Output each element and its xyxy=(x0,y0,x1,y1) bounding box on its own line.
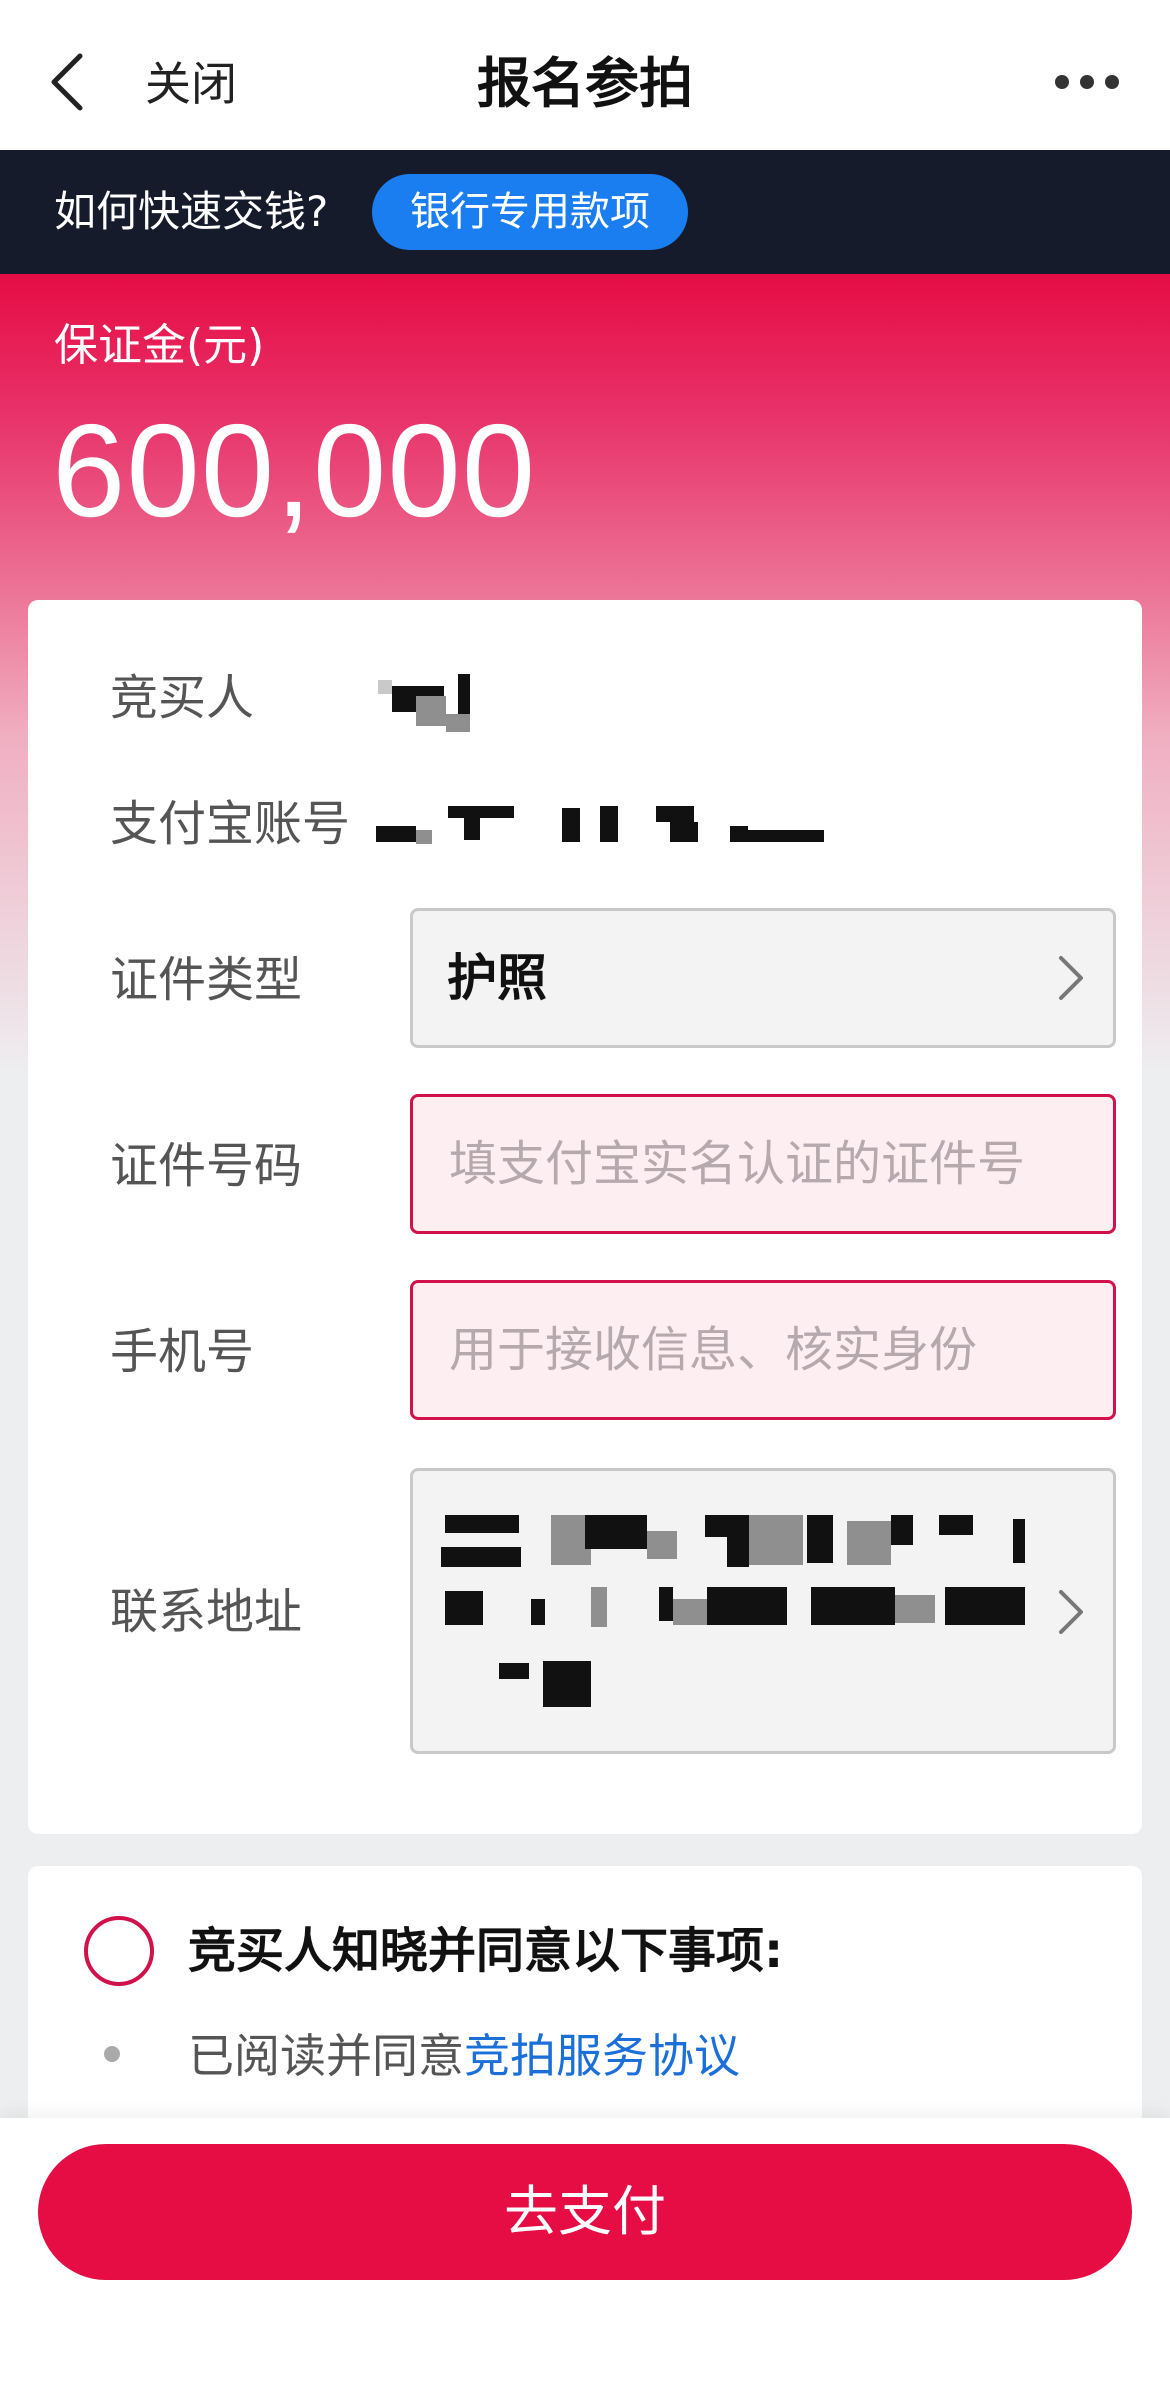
bottom-action-bar: 去支付 xyxy=(0,2118,1170,2408)
agreement-title: 竞买人知晓并同意以下事项: xyxy=(188,1923,784,1979)
pay-button[interactable]: 去支付 xyxy=(38,2144,1132,2280)
address-label: 联系地址 xyxy=(110,1584,303,1640)
banner-question: 如何快速交钱? xyxy=(54,187,329,236)
phone-label: 手机号 xyxy=(110,1324,255,1380)
deposit-label: 保证金(元) xyxy=(54,320,265,371)
navigation-bar: 关闭 报名参拍 xyxy=(0,0,1170,150)
deposit-amount: 600,000 xyxy=(52,397,537,544)
bank-transfer-button[interactable]: 银行专用款项 xyxy=(372,174,688,250)
service-agreement-link[interactable]: 竞拍服务协议 xyxy=(464,2029,740,2083)
id-number-label: 证件号码 xyxy=(110,1138,303,1194)
phone-field[interactable] xyxy=(410,1280,1116,1420)
more-horizontal-icon[interactable] xyxy=(1054,70,1120,94)
alipay-account-label: 支付宝账号 xyxy=(110,796,351,852)
id-number-field[interactable] xyxy=(410,1094,1116,1234)
id-type-value: 护照 xyxy=(447,949,547,1007)
chevron-right-icon xyxy=(1059,1590,1083,1634)
agreement-item-text: 已阅读并同意 xyxy=(188,2029,464,2083)
registration-form-card: 竞买人 支付宝账号 证件类型 护照 证件号码 手机号 联系地址 xyxy=(28,600,1142,1834)
bullet-dot xyxy=(104,2046,120,2062)
bidder-label: 竞买人 xyxy=(110,670,255,726)
id-type-label: 证件类型 xyxy=(110,952,303,1008)
agree-radio[interactable] xyxy=(84,1916,154,1986)
agreement-item: 已阅读并同意竞拍服务协议 xyxy=(188,2026,740,2086)
phone-input[interactable] xyxy=(413,1283,1113,1417)
payment-help-banner: 如何快速交钱? 银行专用款项 xyxy=(0,150,1170,274)
address-select[interactable] xyxy=(410,1468,1116,1754)
page-title: 报名参拍 xyxy=(477,52,693,115)
chevron-right-icon xyxy=(1059,956,1083,1000)
id-number-input[interactable] xyxy=(413,1097,1113,1231)
id-type-select[interactable]: 护照 xyxy=(410,908,1116,1048)
